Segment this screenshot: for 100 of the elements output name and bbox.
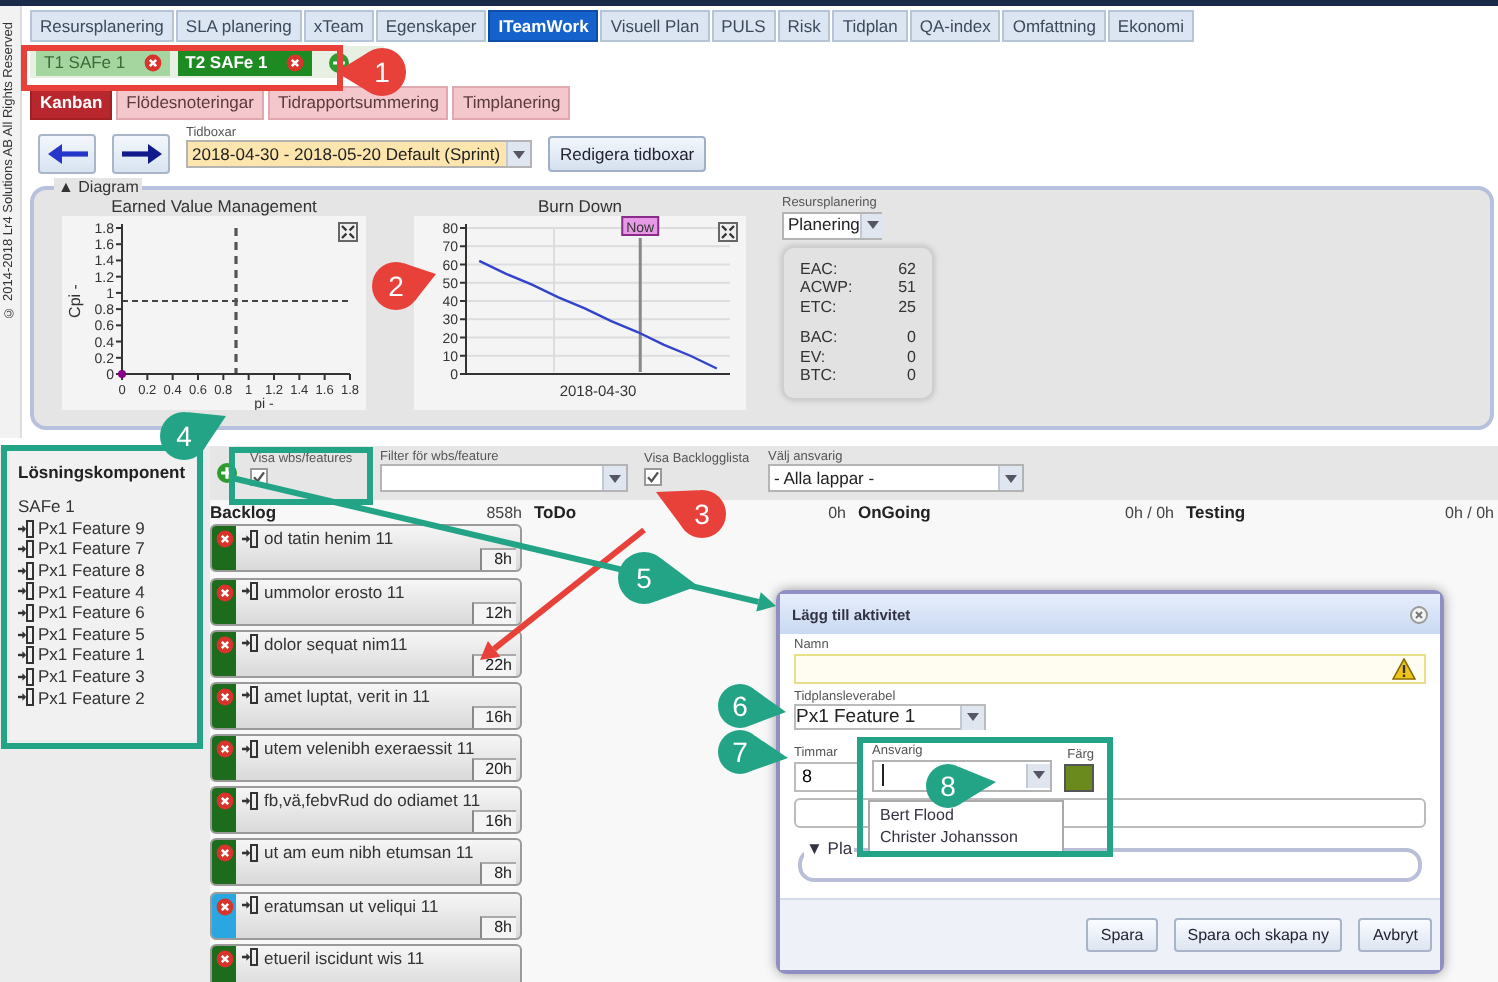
expand-icon[interactable] (338, 222, 358, 243)
tree-item[interactable]: Px1 Feature 9 (18, 517, 188, 539)
card-title: ummolor erosto 11 (264, 581, 405, 601)
card-hours: 8h (480, 915, 516, 938)
task-card[interactable]: etueril iscidunt wis 11 (210, 943, 522, 982)
card-hours: 20h (471, 758, 516, 781)
stat-value: 0 (907, 347, 916, 367)
right-arrow-icon (121, 144, 161, 165)
caret-icon[interactable] (1004, 473, 1018, 484)
task-card[interactable]: ummolor erosto 11 12h (210, 577, 522, 625)
tab[interactable]: SLA planering (175, 10, 302, 43)
card-title: amet luptat, verit in 11 (264, 685, 430, 706)
tab[interactable]: Omfattning (1002, 10, 1106, 43)
door-arrow-icon (242, 634, 258, 653)
delete-icon[interactable] (215, 949, 233, 968)
tree-item[interactable]: Px1 Feature 1 (18, 644, 188, 666)
task-card[interactable]: eratumsan ut veliqui 11 8h (210, 891, 522, 940)
delete-icon[interactable] (215, 740, 233, 759)
task-card[interactable]: utem velenibh exeraessit 11 20h (210, 734, 522, 783)
tree-item[interactable]: Px1 Feature 4 (18, 581, 188, 603)
chart-title: Burn Down (535, 196, 625, 217)
delete-icon[interactable] (215, 530, 233, 549)
dropdown-option[interactable]: Christer Johansson (880, 827, 1052, 848)
tab[interactable]: xTeam (303, 10, 374, 43)
caret-icon[interactable] (608, 473, 622, 484)
tree-item[interactable]: Px1 Feature 7 (18, 538, 188, 560)
text-cursor (882, 764, 884, 786)
delete-icon[interactable] (215, 687, 233, 706)
tree-item[interactable]: Px1 Feature 5 (18, 623, 188, 645)
section-legend[interactable]: ▲ Diagram (54, 178, 143, 197)
dialog-button[interactable]: Spara (1086, 917, 1158, 953)
delete-icon[interactable] (143, 53, 162, 72)
tab[interactable]: PULS (711, 10, 776, 43)
column-title: ToDo (534, 502, 577, 523)
column-title: Testing (1186, 502, 1246, 523)
close-icon[interactable] (1410, 605, 1428, 623)
data-point (118, 370, 126, 379)
delete-icon[interactable] (215, 792, 233, 811)
next-button[interactable] (112, 134, 170, 175)
tab[interactable]: Ekonomi (1107, 10, 1194, 43)
tree-item[interactable]: SAFe 1 (18, 496, 188, 518)
tab[interactable]: Resursplanering (30, 10, 174, 43)
checkbox[interactable] (644, 468, 662, 487)
tab[interactable]: QA-index (909, 10, 1001, 43)
card-hours: 8h (480, 862, 516, 885)
card-hours: 22h (471, 653, 516, 676)
add-icon[interactable] (216, 462, 238, 485)
card-hours: 12h (471, 601, 516, 623)
axis-label: Cpi - (66, 284, 84, 318)
door-arrow-icon (242, 739, 258, 758)
dialog-button[interactable]: Spara och skapa ny (1173, 917, 1343, 953)
delete-icon[interactable] (285, 53, 304, 72)
tab[interactable]: Risk (777, 10, 831, 43)
deliverable-select[interactable]: Px1 Feature 1 (794, 704, 986, 730)
tab[interactable]: ITeamWork (488, 10, 599, 43)
name-field[interactable] (794, 653, 1426, 683)
delete-icon[interactable] (215, 844, 233, 863)
card-title: eratumsan ut veliqui 11 (264, 895, 439, 916)
column-hours: 0h / 0h (1125, 503, 1174, 523)
responsible-select[interactable]: - Alla lappar - (768, 464, 1024, 493)
dropdown-option[interactable]: Bert Flood (880, 806, 1052, 827)
tree-item[interactable]: Px1 Feature 2 (18, 687, 188, 709)
tab[interactable]: Tidplan (832, 10, 908, 43)
tree-item[interactable]: Px1 Feature 3 (18, 665, 188, 688)
card-title: dolor sequat nim11 (264, 633, 408, 654)
dialog-button[interactable]: Avbryt (1358, 917, 1432, 953)
task-card[interactable]: od tatin henim 11 8h (210, 524, 522, 573)
resource-select[interactable]: Planering (782, 211, 882, 240)
delete-icon[interactable] (215, 897, 233, 916)
previous-button[interactable] (38, 134, 96, 175)
expand-icon[interactable] (718, 222, 738, 243)
card-title: ut am eum nibh etumsan 11 (264, 842, 474, 863)
timebox-select[interactable]: 2018-04-30 - 2018-05-20 Default (Sprint) (186, 140, 533, 169)
door-arrow-icon (242, 686, 258, 705)
caret-icon[interactable] (966, 712, 980, 722)
door-arrow-icon (242, 843, 258, 862)
delete-icon[interactable] (215, 583, 233, 601)
card-title: od tatin henim 11 (264, 528, 394, 549)
highlight-frame (229, 447, 373, 505)
tree-item[interactable]: Px1 Feature 8 (18, 559, 188, 582)
task-card[interactable]: fb,vä,febvRud do odiamet 11 16h (210, 786, 522, 835)
caret-icon[interactable] (1032, 770, 1046, 780)
tab[interactable]: Visuell Plan (600, 10, 710, 43)
section-legend[interactable]: ▼ Pla (804, 837, 855, 857)
sub-tab[interactable]: Timplanering (452, 86, 571, 120)
task-card[interactable]: amet luptat, verit in 11 16h (210, 681, 522, 730)
color-swatch[interactable] (1064, 763, 1094, 791)
tree-item[interactable]: Px1 Feature 6 (18, 602, 188, 624)
stat-value: 25 (898, 297, 916, 317)
task-card[interactable]: ut am eum nibh etumsan 11 8h (210, 838, 522, 887)
tab[interactable]: Egenskaper (375, 10, 487, 43)
stat-label: BAC: (800, 328, 838, 348)
delete-icon[interactable] (215, 635, 233, 654)
caret-icon[interactable] (865, 220, 880, 231)
picture-now-line (638, 238, 642, 373)
task-card[interactable]: dolor sequat nim11 22h (210, 629, 522, 678)
caret-icon[interactable] (512, 149, 527, 160)
hours-field[interactable]: 8 (794, 761, 862, 791)
card-hours: 16h (471, 810, 516, 833)
edit-timeboxes-button[interactable]: Redigera tidboxar (548, 135, 707, 173)
